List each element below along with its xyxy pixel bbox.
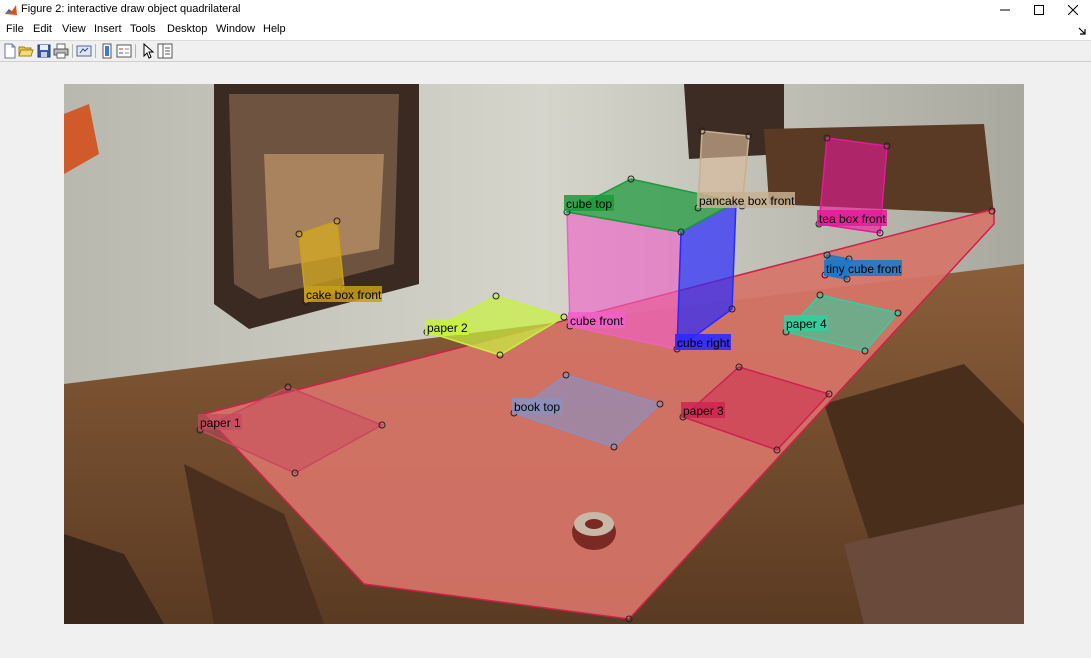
label-paper-1: paper 1 (198, 414, 242, 430)
label-paper-1-text: paper 1 (200, 416, 241, 430)
label-pancake-box-front-text: pancake box front (699, 194, 795, 208)
close-icon (1068, 5, 1078, 15)
toolbar-separator (72, 44, 73, 58)
label-cake-box-front: cake box front (304, 286, 382, 302)
label-cube-front-text: cube front (570, 314, 624, 328)
label-cube-top: cube top (564, 195, 614, 211)
new-figure-icon[interactable] (2, 43, 18, 59)
menu-edit[interactable]: Edit (33, 23, 52, 35)
menu-insert[interactable]: Insert (94, 23, 122, 35)
label-pancake-box-front: pancake box front (697, 192, 795, 208)
menu-tools[interactable]: Tools (130, 23, 156, 35)
label-cube-top-text: cube top (566, 197, 612, 211)
toolbar-separator (95, 44, 96, 58)
menu-file[interactable]: File (6, 23, 24, 35)
label-paper-4-text: paper 4 (786, 317, 827, 331)
menu-help[interactable]: Help (263, 23, 286, 35)
matlab-logo-icon (4, 3, 18, 17)
label-tiny-cube-front: tiny cube front (824, 260, 902, 276)
minimize-button[interactable] (988, 0, 1022, 20)
tape-roll (572, 512, 616, 550)
label-cube-front: cube front (568, 312, 625, 328)
menu-view[interactable]: View (62, 23, 86, 35)
title-bar: Figure 2: interactive draw object quadri… (0, 0, 1091, 20)
window-title: Figure 2: interactive draw object quadri… (21, 3, 241, 15)
label-tea-box-front-text: tea box front (819, 212, 886, 226)
label-paper-2-text: paper 2 (427, 321, 468, 335)
minimize-icon (1000, 9, 1010, 11)
quad-cube-front[interactable] (566, 211, 682, 350)
label-cake-box-front-text: cake box front (306, 288, 382, 302)
label-paper-2: paper 2 (425, 319, 469, 335)
menu-desktop[interactable]: Desktop (167, 23, 207, 35)
edit-plot-arrow-icon[interactable] (140, 43, 156, 59)
label-cube-right: cube right (675, 334, 731, 350)
property-inspector-icon[interactable] (157, 43, 173, 59)
label-paper-3: paper 3 (681, 402, 725, 418)
print-icon[interactable] (53, 43, 69, 59)
label-paper-3-text: paper 3 (683, 404, 724, 418)
figure-axes[interactable]: cube top pancake box front tea box front… (64, 84, 1024, 624)
label-book-top: book top (512, 398, 562, 414)
link-plot-icon[interactable] (76, 43, 92, 59)
open-file-icon[interactable] (18, 43, 34, 59)
menu-window[interactable]: Window (216, 23, 255, 35)
maximize-button[interactable] (1022, 0, 1056, 20)
maximize-icon (1034, 5, 1044, 15)
insert-colorbar-icon[interactable] (99, 43, 115, 59)
label-tiny-cube-front-text: tiny cube front (826, 262, 902, 276)
label-paper-4: paper 4 (784, 315, 828, 331)
dock-arrow-icon[interactable] (1077, 25, 1087, 35)
menu-bar: File Edit View Insert Tools Desktop Wind… (0, 20, 1091, 41)
insert-legend-icon[interactable] (116, 43, 132, 59)
label-cube-right-text: cube right (677, 336, 730, 350)
annotated-photo[interactable]: cube top pancake box front tea box front… (64, 84, 1024, 624)
toolbar-separator (135, 44, 136, 58)
label-book-top-text: book top (514, 400, 560, 414)
save-icon[interactable] (36, 43, 52, 59)
label-tea-box-front: tea box front (817, 210, 887, 226)
close-button[interactable] (1056, 0, 1090, 20)
toolbar (0, 41, 1091, 62)
